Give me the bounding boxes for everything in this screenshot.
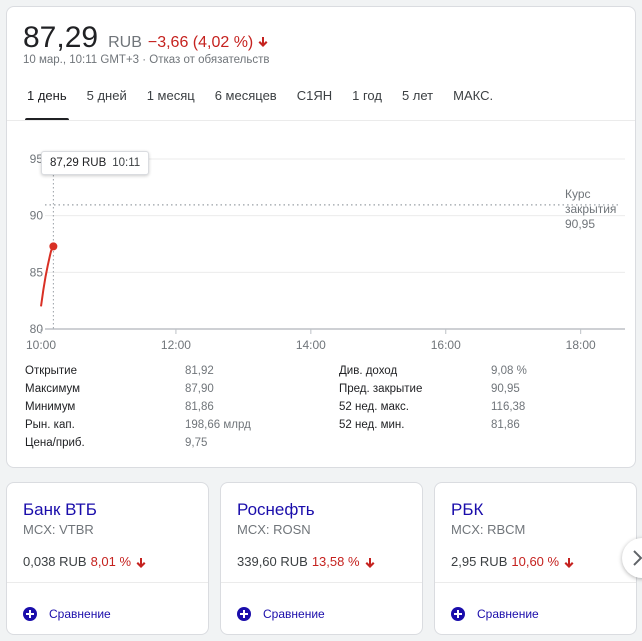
close-label-line1: Курс: [565, 187, 591, 201]
compare-label: Сравнение: [49, 607, 111, 621]
stat-label: Цена/приб.: [25, 437, 85, 449]
related-card-rbk[interactable]: РБК MCX: RBCM 2,95 RUB 10,60 % Сравнение: [434, 482, 637, 635]
stat-value: 198,66 млрд: [185, 419, 251, 431]
current-price: 87,29: [23, 21, 99, 54]
tooltip-price: 87,29 RUB: [50, 157, 107, 169]
tab-5-days[interactable]: 5 дней: [77, 83, 137, 121]
range-tabs: 1 день 5 дней 1 месяц 6 месяцев С1ЯН 1 г…: [17, 83, 633, 121]
related-card-vtb[interactable]: Банк ВТБ MCX: VTBR 0,038 RUB 8,01 % Срав…: [6, 482, 209, 635]
tab-6-months[interactable]: 6 месяцев: [205, 83, 287, 121]
previous-close-label: Курс закрытия 90,95: [565, 187, 616, 232]
stat-value: 81,92: [185, 365, 214, 377]
tab-max[interactable]: МАКС.: [443, 83, 503, 121]
related-ticker: MCX: RBCM: [451, 522, 526, 537]
related-card-rosneft[interactable]: Роснефть MCX: ROSN 339,60 RUB 13,58 % Ср…: [220, 482, 423, 635]
x-tick-label: 10:00: [26, 338, 56, 352]
tab-ytd[interactable]: С1ЯН: [287, 83, 342, 121]
stat-label: Максимум: [25, 383, 81, 395]
related-price: 0,038 RUB: [23, 554, 87, 569]
stat-value: 90,95: [491, 383, 520, 395]
price-chart[interactable]: 95 90 85 80 10:00 12:00 14:00 16:00 18:00 87,29 …: [7, 123, 637, 353]
related-change: 13,58 %: [311, 554, 360, 569]
stat-value: 9,75: [185, 437, 208, 449]
arrow-down-icon: [257, 36, 269, 48]
stat-value: 87,90: [185, 383, 214, 395]
stat-value: 81,86: [491, 419, 520, 431]
related-price-row: 339,60 RUB 13,58 %: [237, 554, 376, 569]
related-price: 339,60 RUB: [237, 554, 308, 569]
chart-tooltip: 87,29 RUB 10:11: [41, 151, 150, 175]
stat-label: 52 нед. макс.: [339, 401, 409, 413]
x-tick-label: 18:00: [566, 338, 596, 352]
related-name[interactable]: РБК: [451, 500, 483, 520]
close-label-line2: закрытия: [565, 202, 617, 216]
stat-label: 52 нед. мин.: [339, 419, 405, 431]
compare-button[interactable]: Сравнение: [237, 607, 325, 621]
related-divider: [7, 582, 208, 583]
related-ticker: MCX: VTBR: [23, 522, 94, 537]
stat-label: Рын. кап.: [25, 419, 75, 431]
tabs-divider: [7, 120, 635, 121]
price-change: −3,66 (4,02 %): [147, 34, 254, 51]
compare-button[interactable]: Сравнение: [23, 607, 111, 621]
related-name[interactable]: Банк ВТБ: [23, 500, 97, 520]
plus-circle-icon: [451, 607, 465, 621]
tab-1-month[interactable]: 1 месяц: [137, 83, 205, 121]
timestamp-disclaimer[interactable]: 10 мар., 10:11 GMT+3 · Отказ от обязател…: [23, 54, 269, 66]
tab-1-day[interactable]: 1 день: [17, 83, 77, 121]
arrow-down-icon: [563, 557, 575, 569]
stat-value: 81,86: [185, 401, 214, 413]
related-change: 10,60 %: [511, 554, 560, 569]
x-tick-label: 16:00: [431, 338, 461, 352]
stat-label: Открытие: [25, 365, 77, 377]
stat-label: Минимум: [25, 401, 76, 413]
stock-card: 87,29 RUB −3,66 (4,02 %) 10 мар., 10:11 …: [6, 6, 636, 468]
chevron-right-icon: [633, 550, 642, 566]
plus-circle-icon: [237, 607, 251, 621]
related-divider: [435, 582, 636, 583]
price-row: 87,29 RUB −3,66 (4,02 %): [23, 21, 269, 55]
y-tick-label: 90: [30, 209, 44, 223]
current-point-marker: [49, 242, 58, 251]
stat-value: 116,38: [491, 401, 526, 413]
tooltip-time: 10:11: [112, 157, 141, 169]
related-price: 2,95 RUB: [451, 554, 508, 569]
price-currency: RUB: [108, 34, 142, 51]
compare-label: Сравнение: [263, 607, 325, 621]
compare-label: Сравнение: [477, 607, 539, 621]
arrow-down-icon: [135, 557, 147, 569]
x-tick-label: 14:00: [296, 338, 326, 352]
x-tick-label: 12:00: [161, 338, 191, 352]
stat-label: Пред. закрытие: [339, 383, 423, 395]
related-ticker: MCX: ROSN: [237, 522, 311, 537]
stat-label: Див. доход: [339, 365, 398, 377]
plus-circle-icon: [23, 607, 37, 621]
related-price-row: 0,038 RUB 8,01 %: [23, 554, 147, 569]
arrow-down-icon: [364, 557, 376, 569]
related-change: 8,01 %: [90, 554, 132, 569]
tab-1-year[interactable]: 1 год: [342, 83, 392, 121]
related-price-row: 2,95 RUB 10,60 %: [451, 554, 575, 569]
related-divider: [221, 582, 422, 583]
close-label-value: 90,95: [565, 217, 596, 231]
stat-value: 9,08 %: [491, 365, 527, 377]
tab-5-years[interactable]: 5 лет: [392, 83, 443, 121]
related-name[interactable]: Роснефть: [237, 500, 315, 520]
compare-button[interactable]: Сравнение: [451, 607, 539, 621]
y-tick-label: 85: [30, 265, 44, 279]
